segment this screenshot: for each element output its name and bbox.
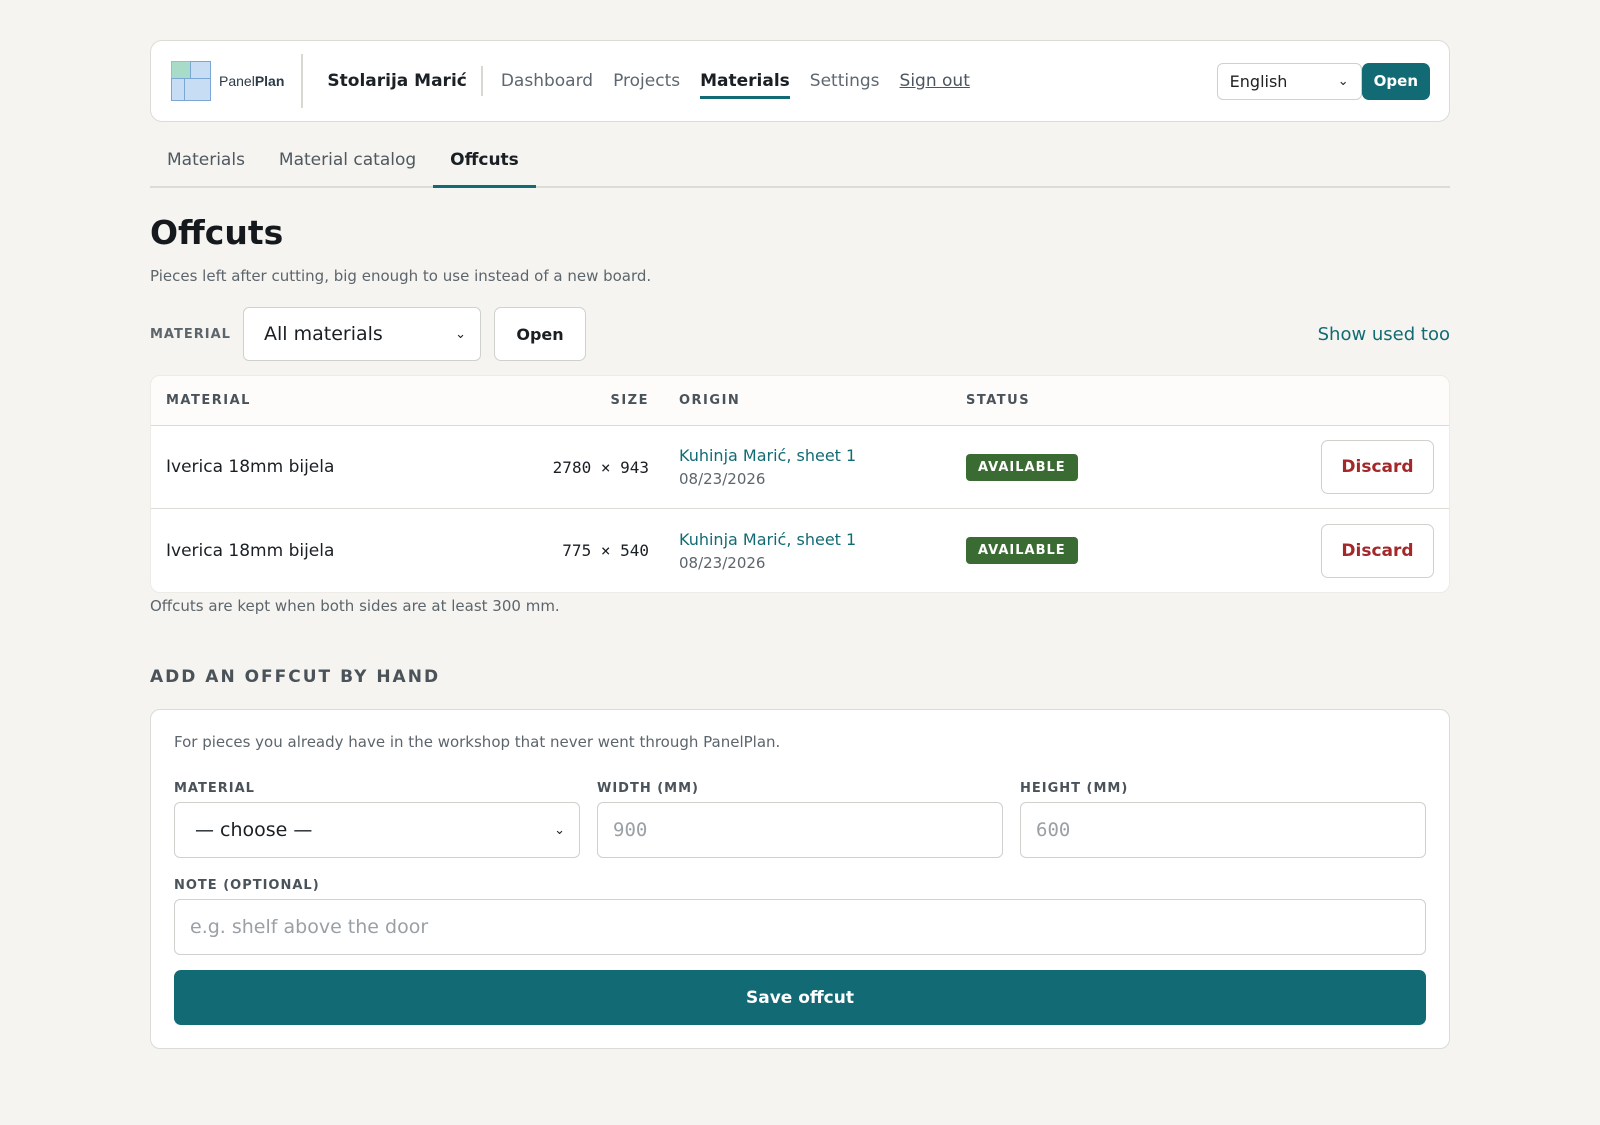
nav-materials[interactable]: Materials: [700, 65, 790, 99]
cell-status: AVAILABLE: [966, 453, 1166, 481]
table-row: Iverica 18mm bijela 775 × 540 Kuhinja Ma…: [151, 509, 1449, 592]
material-field: MATERIAL — choose — ⌄: [174, 781, 580, 858]
language-select[interactable]: English ⌄: [1216, 62, 1362, 100]
width-input[interactable]: [597, 802, 1003, 858]
origin-date: 08/23/2026: [679, 553, 766, 572]
column-header-status: STATUS: [966, 393, 1031, 408]
column-header-size: SIZE: [610, 393, 649, 408]
height-field-label: HEIGHT (MM): [1020, 781, 1129, 796]
page-subtitle: Pieces left after cutting, big enough to…: [150, 267, 652, 285]
brand-name: PanelPlan: [219, 73, 285, 89]
tab-offcuts[interactable]: Offcuts: [433, 140, 536, 188]
material-select[interactable]: — choose — ⌄: [174, 802, 580, 858]
language-selected: English: [1229, 71, 1288, 91]
cell-actions: Discard: [1166, 523, 1449, 578]
nav-settings[interactable]: Settings: [810, 65, 880, 97]
brand-logo[interactable]: PanelPlan: [171, 54, 304, 108]
panel-grid-icon: [171, 61, 211, 101]
chevron-down-icon: ⌄: [455, 326, 466, 342]
table-row: Iverica 18mm bijela 2780 × 943 Kuhinja M…: [151, 426, 1449, 509]
chevron-down-icon: ⌄: [554, 822, 565, 838]
discard-button[interactable]: Discard: [1321, 440, 1434, 494]
note-field-label: NOTE (OPTIONAL): [174, 878, 320, 893]
chevron-down-icon: ⌄: [1337, 73, 1349, 89]
width-field-label: WIDTH (MM): [597, 781, 699, 796]
form-row: MATERIAL — choose — ⌄ WIDTH (MM) HEIGHT …: [174, 781, 1426, 858]
cell-status: AVAILABLE: [966, 537, 1166, 564]
form-intro: For pieces you already have in the works…: [174, 733, 781, 751]
cell-actions: Discard: [1166, 440, 1449, 494]
filter-bar: MATERIAL All materials ⌄ Open Show used …: [150, 307, 1450, 361]
material-field-label: MATERIAL: [174, 781, 255, 796]
offcut-rule-note: Offcuts are kept when both sides are at …: [150, 597, 560, 615]
status-badge: AVAILABLE: [966, 537, 1078, 564]
origin-date: 08/23/2026: [679, 470, 766, 488]
materials-subtabs: Materials Material catalog Offcuts: [150, 140, 1450, 188]
cell-material: Iverica 18mm bijela: [166, 457, 335, 477]
cell-origin: Kuhinja Marić, sheet 1 08/23/2026: [649, 446, 966, 488]
origin-project-link[interactable]: Kuhinja Marić, sheet 1: [679, 530, 966, 549]
note-input[interactable]: [174, 899, 1426, 955]
page-title: Offcuts: [150, 213, 284, 252]
note-field: NOTE (OPTIONAL): [174, 878, 1426, 955]
width-field: WIDTH (MM): [597, 781, 1003, 858]
origin-project-link[interactable]: Kuhinja Marić, sheet 1: [679, 446, 966, 465]
material-select-value: — choose —: [195, 819, 313, 841]
workshop-name: Stolarija Marić: [303, 66, 483, 96]
main-nav: Dashboard Projects Materials Settings Si…: [491, 65, 980, 99]
top-navbar: PanelPlan Stolarija Marić Dashboard Proj…: [150, 40, 1450, 122]
filter-open-button[interactable]: Open: [494, 307, 586, 361]
material-filter-select[interactable]: All materials ⌄: [243, 307, 481, 361]
tab-material-catalog[interactable]: Material catalog: [262, 140, 433, 186]
tab-materials[interactable]: Materials: [150, 140, 262, 186]
language-open-button[interactable]: Open: [1361, 62, 1430, 100]
cell-origin: Kuhinja Marić, sheet 1 08/23/2026: [649, 530, 966, 572]
offcuts-table: MATERIAL SIZE ORIGIN STATUS Iverica 18mm…: [150, 375, 1450, 593]
discard-button[interactable]: Discard: [1321, 523, 1434, 578]
status-badge: AVAILABLE: [966, 453, 1078, 481]
sign-out-link[interactable]: Sign out: [900, 65, 970, 97]
material-filter-value: All materials: [264, 323, 383, 345]
nav-dashboard[interactable]: Dashboard: [501, 65, 593, 97]
filter-material-label: MATERIAL: [150, 326, 231, 342]
column-header-material: MATERIAL: [166, 393, 251, 408]
table-header: MATERIAL SIZE ORIGIN STATUS: [151, 376, 1449, 426]
height-input[interactable]: [1020, 802, 1426, 858]
add-offcut-form: For pieces you already have in the works…: [150, 709, 1450, 1049]
nav-projects[interactable]: Projects: [613, 65, 680, 97]
cell-size: 2780 × 943: [552, 457, 649, 477]
cell-size: 775 × 540: [562, 541, 649, 560]
show-used-link[interactable]: Show used too: [1318, 324, 1450, 345]
add-offcut-heading: ADD AN OFFCUT BY HAND: [150, 667, 441, 687]
cell-material: Iverica 18mm bijela: [166, 540, 335, 561]
column-header-origin: ORIGIN: [679, 393, 741, 408]
save-offcut-button[interactable]: Save offcut: [174, 970, 1426, 1025]
page-container: PanelPlan Stolarija Marić Dashboard Proj…: [150, 40, 1450, 1049]
height-field: HEIGHT (MM): [1020, 781, 1426, 858]
